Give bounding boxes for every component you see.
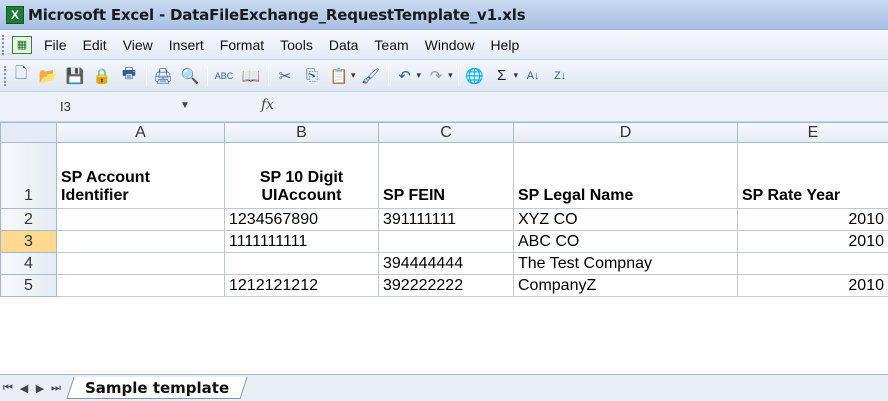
formula-bar: I3 ▼ fx (0, 92, 888, 122)
next-sheet-icon[interactable]: ▶ (32, 382, 48, 395)
insert-function-icon[interactable]: fx (261, 97, 274, 113)
title-bar: X Microsoft Excel - DataFileExchange_Req… (0, 0, 888, 30)
toolbar-separator (146, 65, 147, 86)
workbook-icon[interactable]: ▦ (12, 35, 32, 54)
undo-icon[interactable]: ↶ (394, 65, 416, 87)
menu-view[interactable]: View (123, 37, 153, 53)
standard-toolbar: 🗋 📂 💾 🔒 🖶 🖨 🔍 ABC 📖 ✂ ⎘ 📋 ▾ 🖌 ↶ ▾ ↷ ▾ 🌐 … (0, 60, 888, 92)
paste-icon[interactable]: 📋 (328, 65, 350, 87)
cell-d3[interactable]: ABC CO (513, 230, 738, 253)
new-icon[interactable]: 🗋 (10, 65, 32, 87)
spreadsheet-grid: A B C D E 1 SP Account Identifier SP 10 … (0, 122, 888, 297)
cell-c2[interactable]: 391111111 (378, 208, 514, 231)
column-header-e[interactable]: E (737, 122, 888, 143)
menu-window[interactable]: Window (425, 37, 475, 53)
name-box-dropdown-icon[interactable]: ▼ (180, 100, 190, 111)
table-row: 4 394444444 The Test Compnay (0, 252, 888, 275)
cell-d2[interactable]: XYZ CO (513, 208, 738, 231)
menu-grip-handle[interactable] (2, 34, 8, 55)
toolbar-separator (457, 65, 459, 86)
menu-edit[interactable]: Edit (83, 37, 107, 53)
print-preview-icon[interactable]: 🖶 (118, 65, 140, 87)
cell-a1[interactable]: SP Account Identifier (56, 142, 225, 209)
previous-sheet-icon[interactable]: ◀ (16, 382, 32, 395)
cell-e4[interactable] (737, 252, 888, 275)
column-header-d[interactable]: D (513, 122, 738, 143)
menu-bar: ▦ File Edit View Insert Format Tools Dat… (0, 30, 888, 60)
cell-b2[interactable]: 1234567890 (224, 208, 379, 231)
menu-format[interactable]: Format (220, 37, 264, 53)
menu-insert[interactable]: Insert (169, 37, 204, 53)
row-header-1[interactable]: 1 (0, 142, 57, 209)
toolbar-separator (387, 65, 389, 86)
excel-app-icon[interactable]: X (6, 5, 24, 24)
hyperlink-icon[interactable]: 🌐 (464, 65, 486, 87)
cell-b4[interactable] (224, 252, 379, 275)
menu-help[interactable]: Help (490, 37, 519, 53)
cell-e5[interactable]: 2010 (737, 274, 888, 297)
save-icon[interactable]: 💾 (64, 65, 86, 87)
row-header-2[interactable]: 2 (0, 208, 57, 231)
cell-a3[interactable] (56, 230, 225, 253)
sheet-tab-label: Sample template (85, 378, 230, 397)
select-all-corner[interactable] (0, 122, 57, 143)
sort-descending-icon[interactable]: Z↓ (549, 65, 571, 87)
column-header-c[interactable]: C (378, 122, 514, 143)
column-header-a[interactable]: A (56, 122, 225, 143)
cell-e2[interactable]: 2010 (737, 208, 888, 231)
toolbar-separator (207, 65, 208, 86)
toolbar-separator (268, 65, 269, 86)
first-sheet-icon[interactable]: ⏮ (0, 382, 16, 395)
window-title: Microsoft Excel - DataFileExchange_Reque… (28, 5, 526, 24)
table-row: 3 1111111111 ABC CO 2010 (0, 230, 888, 253)
cell-d1[interactable]: SP Legal Name (513, 142, 738, 209)
format-painter-icon[interactable]: 🖌 (360, 65, 382, 87)
paste-dropdown-icon[interactable]: ▾ (351, 70, 356, 81)
cell-c4[interactable]: 394444444 (378, 252, 514, 275)
menu-file[interactable]: File (44, 37, 67, 53)
research-icon[interactable]: 📖 (240, 65, 262, 87)
row-header-3[interactable]: 3 (0, 230, 57, 253)
permission-icon[interactable]: 🔒 (91, 65, 113, 87)
menu-tools[interactable]: Tools (280, 37, 313, 53)
autosum-icon[interactable]: Σ (491, 65, 513, 87)
preview-icon[interactable]: 🔍 (179, 65, 201, 87)
cell-c3[interactable] (378, 230, 514, 253)
cell-a2[interactable] (56, 208, 225, 231)
redo-icon[interactable]: ↷ (425, 65, 447, 87)
cell-c1[interactable]: SP FEIN (378, 142, 514, 209)
undo-dropdown-icon[interactable]: ▾ (417, 70, 422, 81)
cell-b5[interactable]: 1212121212 (224, 274, 379, 297)
menu-data[interactable]: Data (329, 37, 359, 53)
cut-icon[interactable]: ✂ (274, 65, 296, 87)
redo-dropdown-icon[interactable]: ▾ (448, 70, 453, 81)
autosum-dropdown-icon[interactable]: ▾ (514, 70, 519, 81)
sheet-tab-sample-template[interactable]: Sample template (66, 377, 248, 399)
cell-d5[interactable]: CompanyZ (513, 274, 738, 297)
print-icon[interactable]: 🖨 (152, 65, 174, 87)
row-header-4[interactable]: 4 (0, 252, 57, 275)
table-row: 5 1212121212 392222222 CompanyZ 2010 (0, 274, 888, 297)
cell-e3[interactable]: 2010 (737, 230, 888, 253)
cell-a4[interactable] (56, 252, 225, 275)
cell-a5[interactable] (56, 274, 225, 297)
open-icon[interactable]: 📂 (37, 65, 59, 87)
column-header-b[interactable]: B (224, 122, 379, 143)
table-row: 1 SP Account Identifier SP 10 Digit UIAc… (0, 142, 888, 209)
sort-ascending-icon[interactable]: A↓ (522, 65, 544, 87)
spelling-icon[interactable]: ABC (213, 65, 235, 87)
cell-c5[interactable]: 392222222 (378, 274, 514, 297)
cell-d4[interactable]: The Test Compnay (513, 252, 738, 275)
menu-team[interactable]: Team (374, 37, 408, 53)
sheet-tab-bar: ⏮ ◀ ▶ ⏭ Sample template (0, 374, 888, 401)
cell-b3[interactable]: 1111111111 (224, 230, 379, 253)
name-box[interactable]: I3 (60, 96, 180, 117)
row-header-5[interactable]: 5 (0, 274, 57, 297)
table-row: 2 1234567890 391111111 XYZ CO 2010 (0, 208, 888, 231)
copy-icon[interactable]: ⎘ (301, 65, 323, 87)
cell-e1[interactable]: SP Rate Year (737, 142, 888, 209)
last-sheet-icon[interactable]: ⏭ (48, 382, 64, 395)
cell-b1[interactable]: SP 10 Digit UIAccount (224, 142, 379, 209)
